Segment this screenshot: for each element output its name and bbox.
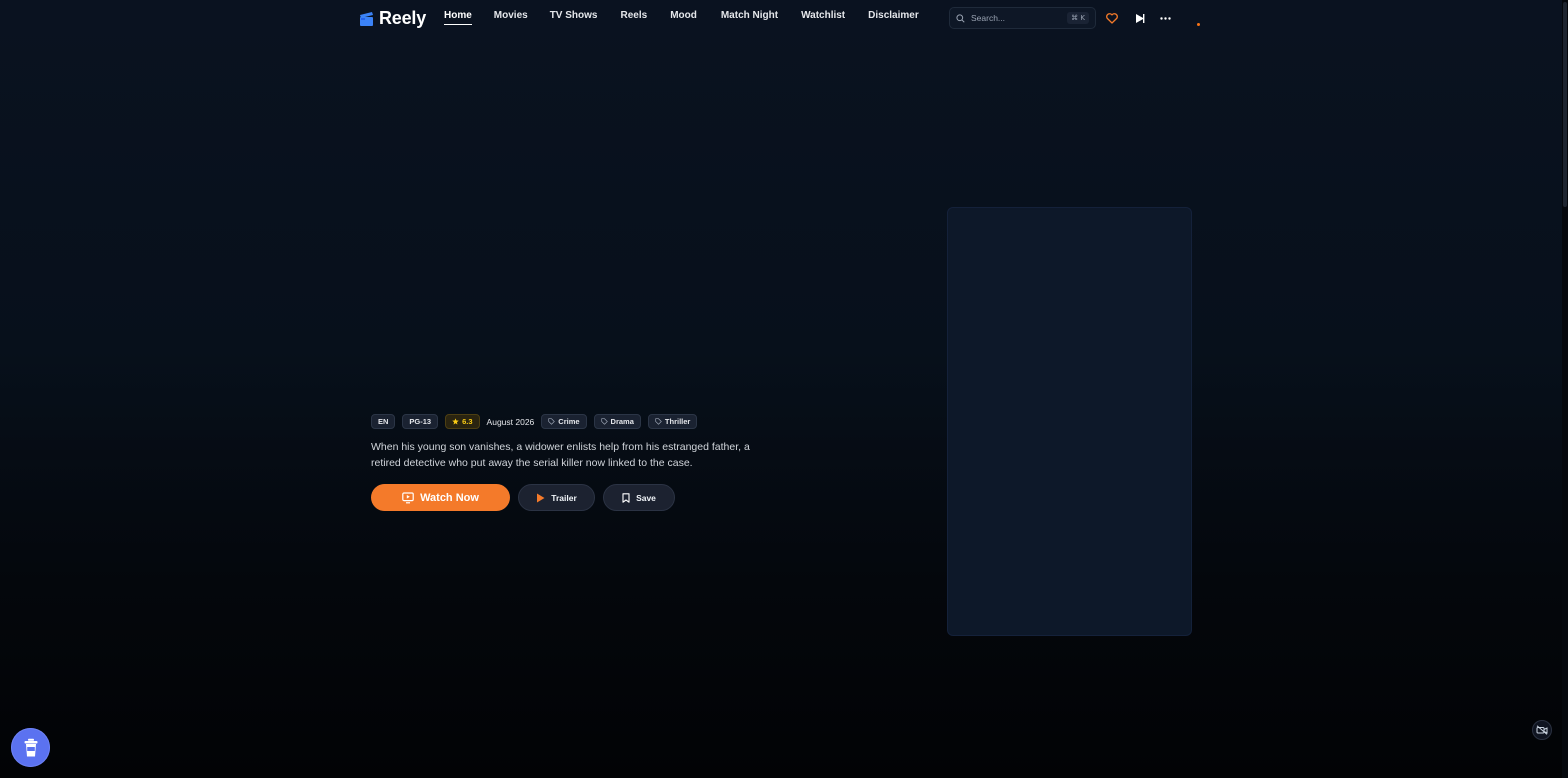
- play-icon: [537, 493, 545, 502]
- camera-off-icon[interactable]: [1532, 720, 1552, 740]
- genre-chip-thriller[interactable]: Thriller: [647, 414, 698, 429]
- search-icon: [956, 13, 965, 23]
- nav-tv-shows[interactable]: TV Shows: [550, 10, 598, 25]
- genre-chip-drama[interactable]: Drama: [593, 414, 641, 429]
- watch-now-button[interactable]: Watch Now: [371, 484, 510, 511]
- scrollbar-thumb[interactable]: [1563, 2, 1567, 207]
- cup-icon: [24, 738, 37, 756]
- heart-icon[interactable]: [1105, 11, 1119, 25]
- hero-actions: Watch Now Trailer Save: [371, 484, 675, 511]
- certification-badge: PG-13: [402, 414, 439, 429]
- search-input[interactable]: [971, 13, 1061, 23]
- genre-label: Crime: [558, 417, 580, 426]
- support-button[interactable]: [11, 728, 50, 767]
- trailer-button[interactable]: Trailer: [518, 484, 595, 511]
- tag-icon: [548, 418, 556, 425]
- tag-icon: [600, 418, 608, 425]
- release-date: August 2026: [486, 416, 535, 427]
- search-box[interactable]: ⌘ K: [949, 7, 1096, 29]
- tag-icon: [655, 418, 662, 425]
- nav-match-night[interactable]: Match Night: [721, 10, 778, 25]
- app-name: Reely: [379, 7, 427, 28]
- language-badge: EN: [371, 414, 396, 429]
- hero-meta: EN PG-13 6.3 August 2026 Crime Drama Thr…: [371, 414, 698, 429]
- bookmark-icon: [622, 492, 630, 503]
- nav-movies[interactable]: Movies: [494, 10, 528, 25]
- nav-disclaimer[interactable]: Disclaimer: [868, 10, 919, 25]
- hero-description: When his young son vanishes, a widower e…: [371, 441, 750, 469]
- genre-label: Thriller: [664, 417, 691, 426]
- play-icon[interactable]: [1132, 11, 1146, 25]
- notification-dot: [1197, 23, 1200, 26]
- logo[interactable]: Reely: [359, 7, 426, 29]
- main-nav: Home Movies TV Shows Reels Mood Match Ni…: [444, 10, 919, 25]
- page-scrollbar[interactable]: [1562, 0, 1568, 778]
- genre-chip-crime[interactable]: Crime: [541, 414, 587, 429]
- tv-play-icon: [402, 491, 414, 503]
- nav-home[interactable]: Home: [444, 10, 472, 25]
- poster-image[interactable]: [947, 207, 1192, 636]
- nav-reels[interactable]: Reels: [621, 10, 648, 25]
- save-label: Save: [636, 492, 656, 503]
- watch-now-label: Watch Now: [420, 491, 479, 504]
- clapperboard-icon: [360, 12, 373, 26]
- save-button[interactable]: Save: [603, 484, 675, 511]
- more-icon[interactable]: [1158, 11, 1172, 25]
- genre-label: Drama: [610, 417, 634, 426]
- star-icon: [452, 418, 459, 425]
- trailer-label: Trailer: [551, 492, 577, 503]
- search-shortcut: ⌘ K: [1067, 12, 1089, 24]
- nav-mood[interactable]: Mood: [670, 10, 697, 25]
- rating-value: 6.3: [462, 417, 473, 426]
- nav-watchlist[interactable]: Watchlist: [801, 10, 845, 25]
- top-nav-bar: Reely Home Movies TV Shows Reels Mood Ma…: [0, 0, 1568, 36]
- rating-badge: 6.3: [445, 414, 480, 429]
